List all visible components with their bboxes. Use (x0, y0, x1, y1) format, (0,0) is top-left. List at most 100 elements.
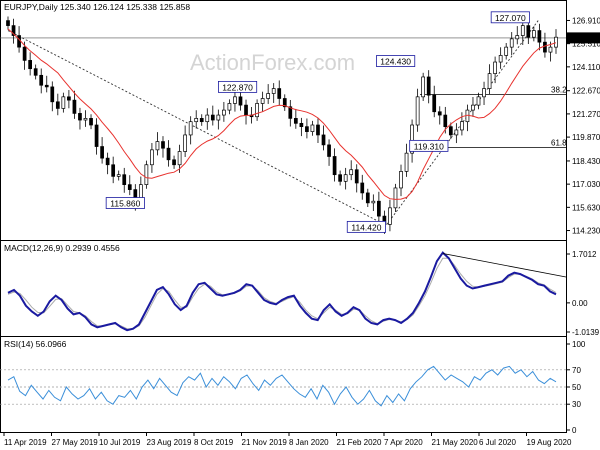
rsi-tick-label: 0 (572, 426, 577, 435)
candle-body (476, 96, 481, 106)
candle-body (266, 93, 271, 99)
price-tick-label: 118.430 (572, 157, 600, 166)
candle-body (122, 174, 127, 185)
candle-body (426, 76, 431, 96)
candle-body (144, 164, 149, 185)
candle-body (166, 147, 171, 161)
candle-body (338, 174, 342, 182)
candle-body (100, 146, 104, 159)
price-label-p124430: 124.430 (380, 57, 411, 67)
candle-body (111, 164, 116, 177)
candle-body (6, 20, 10, 26)
candle-body (332, 156, 337, 176)
price-tick-label: 125.510 (572, 40, 600, 49)
candle-body (554, 36, 558, 48)
candle-body (454, 129, 459, 136)
candle-body (199, 118, 204, 123)
x-tick-label: 8 Oct 2019 (194, 438, 234, 447)
candle-body (487, 73, 492, 89)
candle-body (365, 192, 370, 204)
macd-panel[interactable] (0, 240, 567, 337)
candle-body (105, 157, 110, 166)
price-tick-label: 126.910 (572, 16, 600, 25)
candle-body (343, 174, 348, 182)
candle-body (61, 96, 66, 109)
candle-body (299, 122, 304, 128)
trading-chart[interactable]: ActionForex.com 38.2 61.8 127.070 124.430 1… (0, 0, 600, 450)
candle-body (78, 113, 82, 121)
price-tick-label: 115.630 (572, 203, 600, 212)
candle-body (532, 30, 536, 38)
candle-body (271, 88, 276, 94)
x-tick-label: 19 Aug 2020 (527, 438, 572, 447)
candle-body (460, 121, 464, 131)
price-label-p115860: 115.860 (110, 199, 140, 209)
candle-body (28, 60, 32, 70)
candle-body (377, 200, 381, 217)
x-tick-label: 27 May 2019 (52, 438, 99, 447)
x-tick-label: 8 Jan 2020 (289, 438, 329, 447)
candle-body (72, 99, 77, 114)
candle-body (537, 30, 542, 43)
candle-body (161, 141, 165, 149)
candle-body (471, 104, 475, 111)
candle-body (222, 109, 226, 116)
candle-body (354, 169, 359, 184)
candle-body (520, 25, 525, 36)
x-tick-label: 23 Aug 2019 (147, 438, 192, 447)
candle-body (194, 118, 199, 123)
price-label-p119310: 119.310 (414, 141, 444, 151)
candle-body (50, 86, 55, 103)
candle-body (210, 114, 215, 121)
candle-body (67, 96, 71, 101)
price-header: EURJPY,Daily 125.340 126.124 125.338 125… (4, 2, 190, 12)
x-tick-label: 21 Feb 2020 (337, 438, 382, 447)
candle-body (17, 35, 21, 48)
candle-body (183, 134, 187, 152)
x-tick-label: 10 Jul 2019 (99, 438, 141, 447)
candle-body (371, 200, 376, 204)
x-tick-label: 21 May 2020 (432, 438, 479, 447)
price-tick-label: 114.230 (572, 227, 600, 236)
candle-body (155, 141, 160, 151)
candle-body (305, 126, 309, 132)
price-tick-label: 119.870 (572, 133, 600, 142)
rsi-tick-label: 50 (572, 383, 581, 392)
candle-body (404, 152, 409, 172)
candle-body (526, 25, 531, 38)
candle-body (310, 124, 315, 132)
candle-body (44, 84, 49, 88)
candle-body (150, 149, 154, 166)
rsi-panel[interactable] (0, 336, 567, 433)
candle-body (277, 88, 282, 99)
candle-body (172, 159, 176, 166)
macd-header: MACD(12,26,9) 0.2939 0.4556 (4, 243, 120, 253)
candle-body (127, 184, 132, 190)
price-label-p127070: 127.070 (495, 13, 526, 23)
candle-body (415, 96, 420, 126)
price-tick-label: 117.030 (572, 180, 600, 189)
candle-body (388, 207, 392, 225)
rsi-header: RSI(14) 56.0966 (4, 339, 67, 349)
candle-body (260, 98, 265, 104)
candle-body (205, 114, 210, 123)
candle-body (437, 111, 442, 116)
fib-level-label: 61.8 (551, 138, 567, 147)
candle-body (399, 171, 403, 189)
price-label-p122870: 122.870 (222, 82, 253, 92)
candle-body (316, 124, 320, 136)
candle-body (233, 96, 237, 104)
candle-body (393, 187, 398, 209)
candle-body (22, 46, 27, 61)
candle-body (321, 134, 326, 146)
macd-tick-label: 1.7012 (572, 250, 597, 259)
rsi-tick-label: 30 (572, 400, 581, 409)
candle-body (482, 88, 486, 98)
x-tick-label: 6 Jul 2020 (479, 438, 516, 447)
candle-body (327, 144, 331, 157)
x-tick-label: 21 Nov 2019 (242, 438, 288, 447)
macd-tick-label: 0.00 (572, 299, 588, 308)
candle-body (238, 96, 243, 106)
candle-body (216, 114, 221, 121)
candle-body (39, 74, 44, 86)
